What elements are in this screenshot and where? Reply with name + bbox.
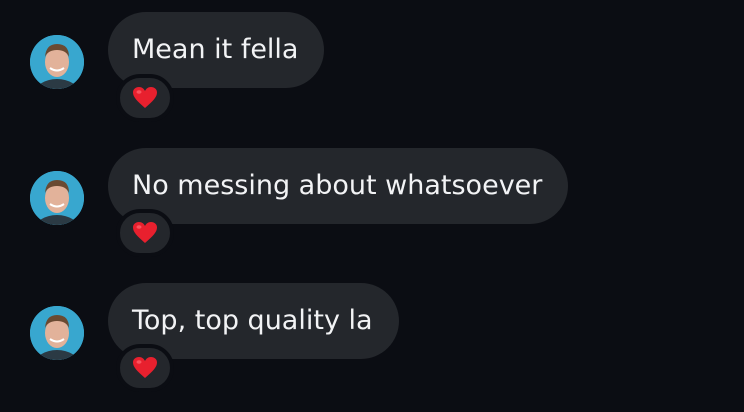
message-bubble[interactable]: No messing about whatsoever (108, 148, 569, 224)
person-icon (30, 171, 84, 225)
message-text: No messing about whatsoever (132, 170, 543, 201)
avatar[interactable] (30, 306, 84, 360)
chat-thread: Mean it fella No messing about whatsoeve… (0, 0, 744, 412)
message-text: Mean it fella (132, 34, 299, 65)
message-row: No messing about whatsoever (0, 136, 744, 257)
heart-icon (133, 222, 157, 243)
message-row: Mean it fella (0, 0, 744, 122)
avatar[interactable] (30, 171, 84, 225)
person-icon (30, 306, 84, 360)
reaction-badge[interactable] (116, 74, 174, 122)
person-icon (30, 35, 84, 89)
message-text: Top, top quality la (132, 305, 373, 336)
avatar[interactable] (30, 35, 84, 89)
message-row: Top, top quality la (0, 271, 744, 392)
reaction-badge[interactable] (116, 209, 174, 257)
heart-icon (133, 87, 157, 108)
reaction-badge[interactable] (116, 344, 174, 392)
heart-icon (133, 357, 157, 378)
